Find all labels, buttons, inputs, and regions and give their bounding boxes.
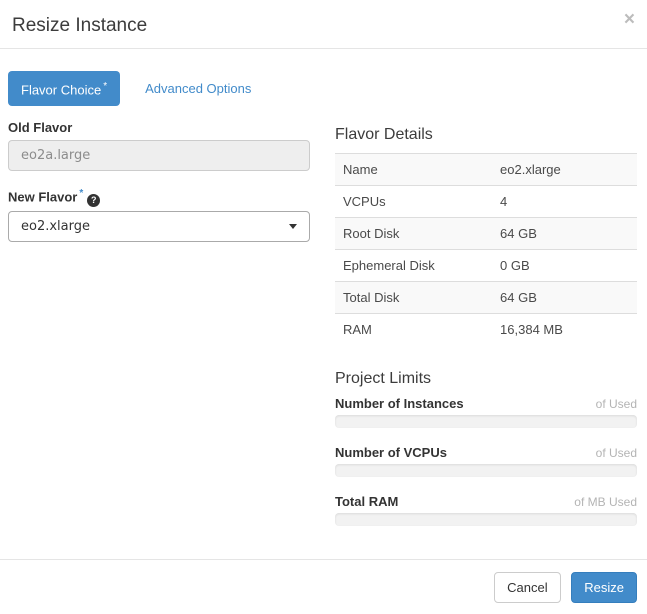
close-icon[interactable]: × [624,10,635,29]
old-flavor-input [8,140,310,171]
new-flavor-label: New Flavor*? [8,186,310,206]
progress-bar [335,513,637,526]
detail-label: Ephemeral Disk [335,250,492,282]
required-asterisk: * [103,81,107,92]
cancel-button[interactable]: Cancel [494,572,560,603]
quota-usage-text: of MB Used [574,495,637,509]
modal-title: Resize Instance [12,14,635,38]
tab-flavor-choice-label: Flavor Choice [21,82,101,97]
tab-bar: Flavor Choice* Advanced Options [8,71,637,106]
required-asterisk: * [79,188,83,199]
detail-value: 64 GB [492,218,637,250]
detail-value: 64 GB [492,282,637,314]
detail-value: 4 [492,186,637,218]
old-flavor-label: Old Flavor [8,120,310,136]
tab-flavor-choice[interactable]: Flavor Choice* [8,71,120,106]
detail-label: Name [335,154,492,186]
quota-usage-text: of Used [596,446,637,460]
detail-label: Root Disk [335,218,492,250]
tab-advanced-options[interactable]: Advanced Options [145,81,251,96]
table-row: Name eo2.xlarge [335,154,637,186]
resize-button[interactable]: Resize [571,572,637,603]
modal-footer: Cancel Resize [0,559,647,614]
detail-label: Total Disk [335,282,492,314]
quota-usage-text: of Used [596,397,637,411]
project-limits-heading: Project Limits [335,369,637,388]
detail-label: RAM [335,314,492,346]
table-row: RAM 16,384 MB [335,314,637,346]
flavor-details-heading: Flavor Details [335,125,637,144]
details-column: Flavor Details Name eo2.xlarge VCPUs 4 R… [335,120,637,543]
progress-bar [335,464,637,477]
detail-value: eo2.xlarge [492,154,637,186]
new-flavor-select[interactable]: eo2.xlarge [8,211,310,242]
modal-body: Flavor Choice* Advanced Options Old Flav… [0,49,647,559]
resize-instance-modal: Resize Instance × Flavor Choice* Advance… [0,0,647,614]
quota-label: Number of VCPUs [335,445,447,461]
table-row: Total Disk 64 GB [335,282,637,314]
quota-instances: Number of Instances of Used [335,396,637,428]
detail-label: VCPUs [335,186,492,218]
detail-value: 16,384 MB [492,314,637,346]
detail-value: 0 GB [492,250,637,282]
modal-header: Resize Instance × [0,0,647,49]
table-row: Ephemeral Disk 0 GB [335,250,637,282]
progress-bar [335,415,637,428]
flavor-details-table: Name eo2.xlarge VCPUs 4 Root Disk 64 GB [335,153,637,346]
help-icon[interactable]: ? [87,194,100,207]
quota-ram: Total RAM of MB Used [335,494,637,526]
chevron-down-icon [289,224,297,229]
quota-label: Number of Instances [335,396,464,412]
content-columns: Old Flavor New Flavor*? eo2.xlarge Flavo… [8,120,637,543]
form-column: Old Flavor New Flavor*? eo2.xlarge [8,120,310,543]
quota-label: Total RAM [335,494,398,510]
table-row: Root Disk 64 GB [335,218,637,250]
new-flavor-selected-value: eo2.xlarge [21,219,90,234]
quota-vcpus: Number of VCPUs of Used [335,445,637,477]
table-row: VCPUs 4 [335,186,637,218]
